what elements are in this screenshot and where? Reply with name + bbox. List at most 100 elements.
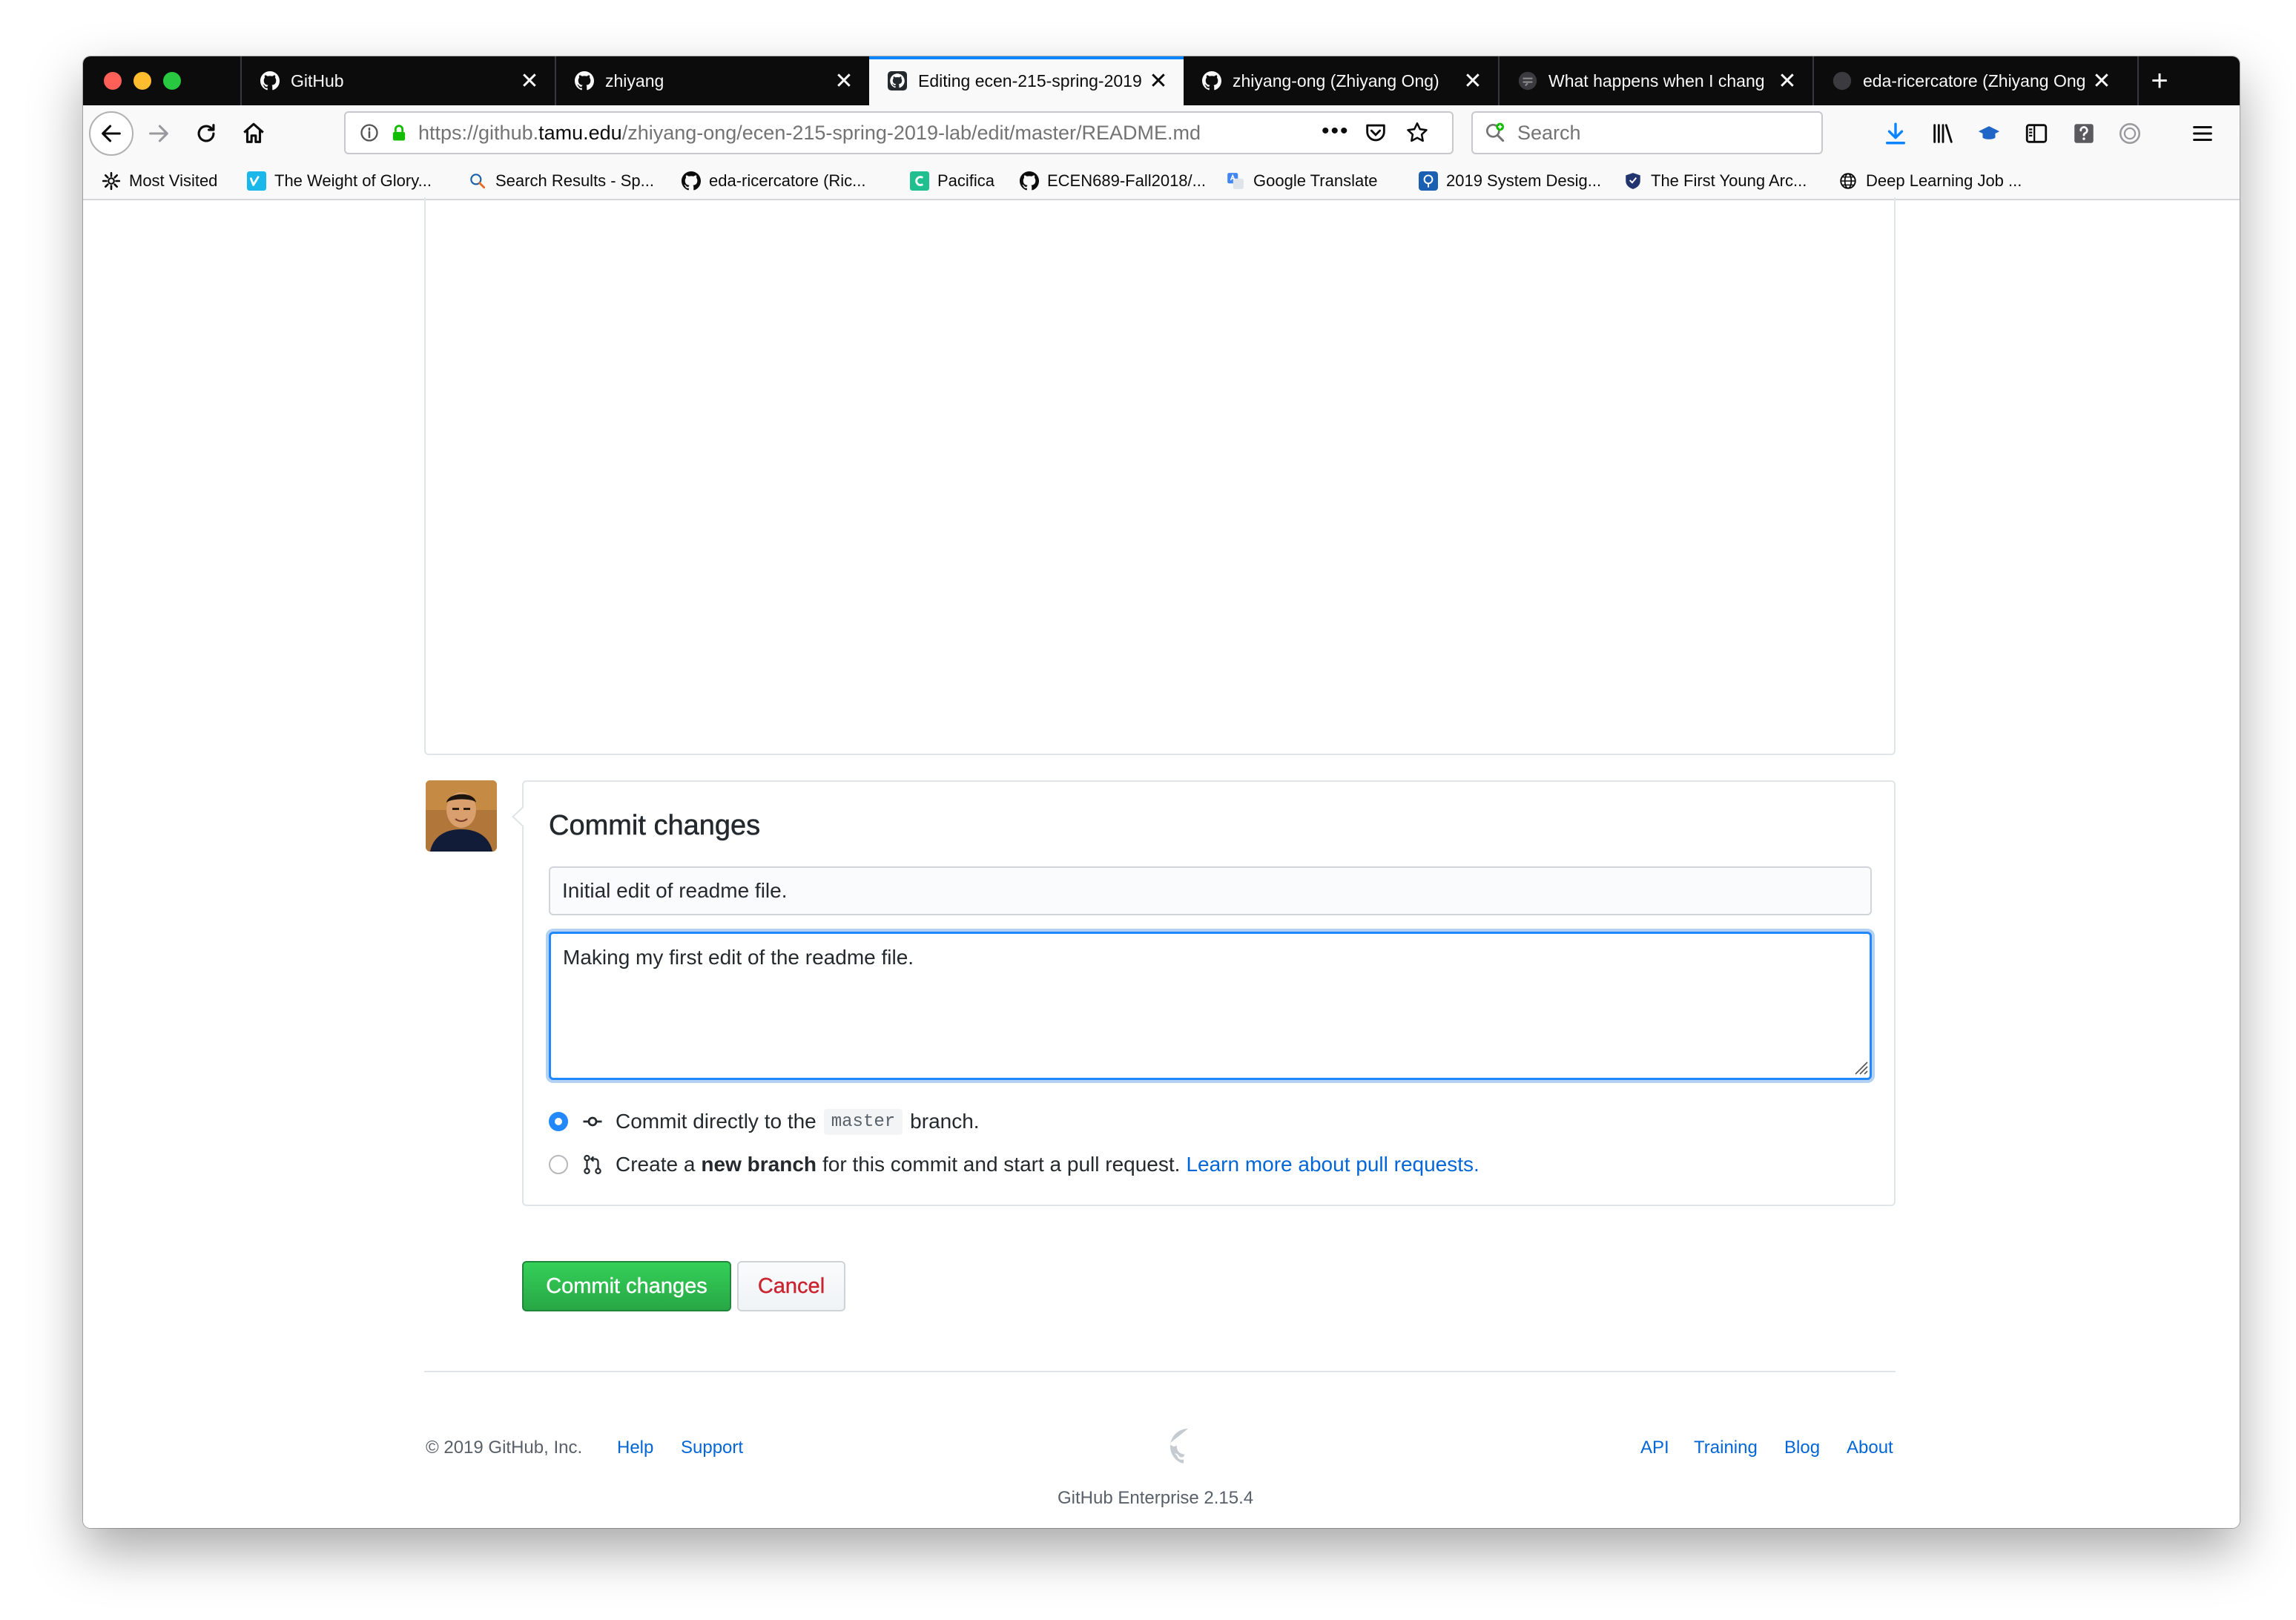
search-placeholder: Search [1517,121,1581,144]
bookmark-first-young-arc[interactable]: The First Young Arc... [1623,163,1807,199]
info-icon[interactable] [359,122,380,143]
commit-direct-prefix: Commit directly to the [616,1110,817,1133]
bookmark-google-translate[interactable]: Google Translate [1225,163,1378,199]
close-icon[interactable]: ✕ [515,68,544,94]
bookmark-search-results[interactable]: Search Results - Sp... [467,163,654,199]
bookmark-eda-ricercatore[interactable]: eda-ricercatore (Ric... [681,163,866,199]
forward-button[interactable] [136,111,181,156]
url-bar[interactable]: https://github.tamu.edu/zhiyang-ong/ecen… [344,111,1454,154]
hamburger-menu-icon[interactable] [2185,116,2220,151]
graduation-cap-icon[interactable] [1971,116,2007,151]
bookmark-label: The First Young Arc... [1651,171,1807,190]
search-icon [1483,121,1507,145]
bookmark-system-design[interactable]: 2019 System Desig... [1418,163,1601,199]
commit-changes-button[interactable]: Commit changes [522,1261,731,1311]
footer-divider [424,1371,1896,1372]
footer-enterprise-version: GitHub Enterprise 2.15.4 [1058,1488,1254,1508]
commit-new-branch-option[interactable]: Create a new branch for this commit and … [549,1148,1479,1181]
footer-support-link[interactable]: Support [681,1438,743,1458]
commit-description-textarea[interactable]: Making my first edit of the readme file. [549,932,1872,1080]
bookmark-label: 2019 System Desig... [1446,171,1602,190]
bookmark-label: ECEN689-Fall2018/... [1047,171,1206,190]
github-logo-icon[interactable] [1170,1429,1206,1464]
github-icon [1832,70,1853,91]
tab-zhiyang[interactable]: zhiyang ✕ [555,56,869,105]
commit-new-suffix: for this commit and start a pull request… [822,1153,1181,1176]
footer-help-link[interactable]: Help [617,1438,653,1458]
close-window-button[interactable] [104,72,122,90]
commit-new-branch-radio[interactable] [549,1155,568,1174]
resize-grip-icon[interactable] [1851,1058,1869,1076]
bookmark-most-visited[interactable]: Most Visited [101,163,217,199]
tab-title: GitHub [291,70,344,90]
tab-what-happens[interactable]: What happens when I chang ✕ [1498,56,1812,105]
tab-strip: GitHub ✕ zhiyang ✕ Editing ecen-215-spri… [83,56,2240,105]
library-icon[interactable] [1925,116,1961,151]
pocket-icon[interactable] [1363,120,1388,145]
bookmark-ecen689[interactable]: ECEN689-Fall2018/... [1019,163,1206,199]
bookmark-star-icon[interactable] [1405,120,1430,145]
plus-icon: + [2151,64,2168,97]
cancel-button[interactable]: Cancel [737,1261,845,1311]
back-button[interactable] [89,111,133,156]
tab-title: What happens when I chang [1548,70,1765,90]
commit-form: Commit changes Making my first edit of t… [512,780,1896,1206]
home-button[interactable] [231,111,276,156]
tab-title: Editing ecen-215-spring-2019 [918,70,1142,90]
tab-zhiyang-ong[interactable]: zhiyang-ong (Zhiyang Ong) ✕ [1184,56,1498,105]
footer-api-link[interactable]: API [1640,1438,1669,1458]
tab-github[interactable]: GitHub ✕ [240,56,555,105]
shield-icon [1623,171,1643,191]
commit-form-title: Commit changes [549,810,761,842]
file-editor-area[interactable] [424,197,1896,755]
translate-icon [1225,171,1246,191]
bookmark-deep-learning-job[interactable]: Deep Learning Job ... [1838,163,2022,199]
close-icon[interactable]: ✕ [2087,68,2117,94]
branch-name-badge: master [823,1108,903,1135]
browser-window: GitHub ✕ zhiyang ✕ Editing ecen-215-spri… [83,56,2240,1528]
download-icon[interactable] [1878,116,1913,151]
close-icon[interactable]: ✕ [1144,68,1173,94]
url-path: /zhiyang-ong/ecen-215-spring-2019-lab/ed… [621,121,1201,144]
close-icon[interactable]: ✕ [829,68,859,94]
tab-editing-readme[interactable]: Editing ecen-215-spring-2019 ✕ [869,56,1184,105]
commit-summary-input[interactable] [549,866,1872,915]
footer-about-link[interactable]: About [1847,1438,1893,1458]
extension-icon[interactable] [2112,116,2148,151]
globe-icon [1838,171,1858,191]
close-icon[interactable]: ✕ [1772,68,1802,94]
github-icon [1019,171,1040,191]
commit-new-bold: new branch [701,1153,817,1176]
bookmark-label: Deep Learning Job ... [1866,171,2022,190]
search-results-icon [467,171,488,191]
sidebar-icon[interactable] [2019,116,2054,151]
bookmarks-toolbar: Most Visited The Weight of Glory... Sear… [83,163,2240,200]
lock-icon[interactable] [389,122,409,143]
reload-button[interactable] [184,111,228,156]
bookmark-label: eda-ricercatore (Ric... [709,171,866,190]
url-text[interactable]: https://github.tamu.edu/zhiyang-ong/ecen… [418,122,1201,145]
footer-training-link[interactable]: Training [1694,1438,1758,1458]
footer-blog-link[interactable]: Blog [1784,1438,1820,1458]
pull-request-icon [581,1153,604,1176]
bookmark-pacifica[interactable]: Pacifica [909,163,994,199]
bookmark-weight-of-glory[interactable]: The Weight of Glory... [246,163,432,199]
search-bar[interactable]: Search [1471,111,1823,154]
page-content: Commit changes Making my first edit of t… [83,197,2240,1528]
learn-more-pull-requests-link[interactable]: Learn more about pull requests. [1186,1153,1479,1176]
commit-new-prefix: Create a [616,1153,696,1176]
zoom-window-button[interactable] [163,72,181,90]
help-icon[interactable] [2066,116,2102,151]
minimize-window-button[interactable] [133,72,151,90]
commit-direct-radio[interactable] [549,1112,568,1131]
close-icon[interactable]: ✕ [1458,68,1488,94]
navigation-toolbar: https://github.tamu.edu/zhiyang-ong/ecen… [83,105,2240,163]
page-actions-icon[interactable]: ••• [1322,119,1350,144]
conference-icon [1418,171,1439,191]
tab-eda-ricercatore[interactable]: eda-ricercatore (Zhiyang Ong ✕ [1812,56,2127,105]
forward-arrow-icon [149,125,168,142]
github-icon [260,70,280,91]
new-tab-button[interactable]: + [2137,56,2180,105]
gear-icon [101,171,122,191]
commit-direct-option[interactable]: Commit directly to the master branch. [549,1105,980,1138]
